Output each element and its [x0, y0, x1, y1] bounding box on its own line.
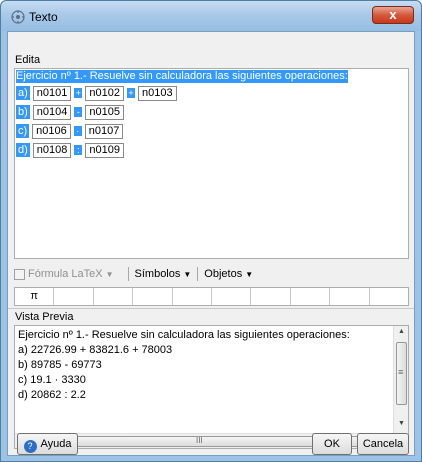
chevron-down-icon: ▼ — [105, 270, 114, 279]
section-divider — [8, 308, 414, 309]
toolbar-divider — [127, 267, 129, 281]
preview-section-label: Vista Previa — [15, 311, 74, 323]
row-tag: c) — [16, 124, 30, 138]
chevron-down-icon: ▼ — [245, 270, 254, 279]
editor-row: c) n0106 · n0107 — [16, 123, 124, 139]
operator: + — [126, 88, 135, 98]
preview-line: c) 19.1 · 3330 — [18, 374, 86, 386]
window-title: Texto — [29, 10, 58, 24]
edit-section-label: Edita — [15, 54, 41, 66]
dynamic-object-box[interactable]: n0106 — [32, 123, 71, 139]
vertical-scroll-thumb[interactable]: ≡ — [396, 342, 407, 405]
row-tag: d) — [16, 143, 30, 157]
preview-line: a) 22726.99 + 83821.6 + 78003 — [18, 344, 173, 356]
symbol-palette: π — [14, 287, 409, 306]
dynamic-object-box[interactable]: n0107 — [84, 123, 124, 139]
row-tag: b) — [16, 105, 30, 119]
vertical-scrollbar[interactable]: ▲ ≡ ▼ — [393, 326, 408, 433]
dynamic-object-box[interactable]: n0105 — [85, 104, 124, 120]
dynamic-object-box[interactable]: n0108 — [32, 142, 72, 158]
latex-checkbox[interactable] — [14, 268, 25, 280]
symbol-cell[interactable] — [212, 288, 252, 305]
symbols-menu[interactable]: Símbolos ▼ — [135, 268, 192, 280]
symbol-cell[interactable] — [133, 288, 173, 305]
text-dialog-window: Texto x Edita Ejercicio nº 1.- Resuelve … — [0, 0, 422, 462]
dynamic-object-box[interactable]: n0109 — [85, 142, 124, 158]
title-bar[interactable]: Texto x — [1, 1, 421, 31]
toolbar-divider — [197, 267, 199, 281]
dynamic-object-box[interactable]: n0102 — [85, 85, 124, 101]
close-button[interactable]: x — [372, 6, 414, 24]
text-editor[interactable]: Ejercicio nº 1.- Resuelve sin calculador… — [14, 68, 409, 259]
operator: : — [74, 145, 83, 155]
objects-label: Objetos — [204, 268, 243, 280]
editor-row: d) n0108: n0109 — [16, 142, 125, 158]
dynamic-object-box[interactable]: n0101 — [32, 85, 72, 101]
symbol-cell[interactable] — [54, 288, 94, 305]
help-button[interactable]: ? Ayuda — [17, 433, 78, 455]
dialog-body: Edita Ejercicio nº 1.- Resuelve sin calc… — [7, 31, 415, 456]
editor-toolbar: Fórmula LaTeX ▼ Símbolos ▼ Objetos ▼ — [14, 266, 253, 282]
help-button-label: Ayuda — [40, 438, 72, 450]
symbol-cell[interactable] — [173, 288, 213, 305]
latex-formula-label: Fórmula LaTeX — [28, 268, 103, 280]
symbol-cell[interactable] — [370, 288, 408, 305]
symbol-cell[interactable]: π — [15, 288, 55, 305]
latex-formula-menu[interactable]: Fórmula LaTeX ▼ — [28, 268, 114, 280]
chevron-down-icon: ▼ — [183, 270, 192, 279]
symbols-label: Símbolos — [134, 268, 181, 280]
preview-line: Ejercicio nº 1.- Resuelve sin calculador… — [18, 329, 350, 341]
preview-pane: Ejercicio nº 1.- Resuelve sin calculador… — [14, 325, 409, 449]
text-tool-icon — [11, 10, 25, 24]
symbol-cell[interactable] — [251, 288, 291, 305]
preview-line: b) 89785 - 69773 — [18, 359, 102, 371]
operator: + — [74, 88, 83, 98]
editor-heading-line: Ejercicio nº 1.- Resuelve sin calculador… — [16, 70, 348, 83]
symbol-cell[interactable] — [330, 288, 370, 305]
symbol-cell[interactable] — [94, 288, 134, 305]
scroll-up-icon[interactable]: ▲ — [398, 328, 405, 335]
ok-button[interactable]: OK — [312, 433, 352, 455]
cancel-button[interactable]: Cancela — [357, 433, 409, 455]
editor-row: b) n0104- n0105 — [16, 104, 125, 120]
operator: · — [73, 126, 82, 136]
objects-menu[interactable]: Objetos ▼ — [204, 268, 253, 280]
dynamic-object-box[interactable]: n0103 — [137, 85, 177, 101]
dynamic-object-box[interactable]: n0104 — [32, 104, 72, 120]
preview-line: d) 20862 : 2.2 — [18, 389, 86, 401]
symbol-cell[interactable] — [291, 288, 331, 305]
grip-icon: ≡ — [398, 367, 404, 377]
scroll-down-icon[interactable]: ▼ — [398, 420, 405, 427]
grip-icon: III — [196, 436, 203, 445]
operator: - — [74, 107, 83, 117]
row-tag: a) — [16, 86, 30, 100]
help-icon: ? — [23, 440, 37, 453]
editor-row: a) n0101 + n0102 + n0103 — [16, 85, 178, 101]
